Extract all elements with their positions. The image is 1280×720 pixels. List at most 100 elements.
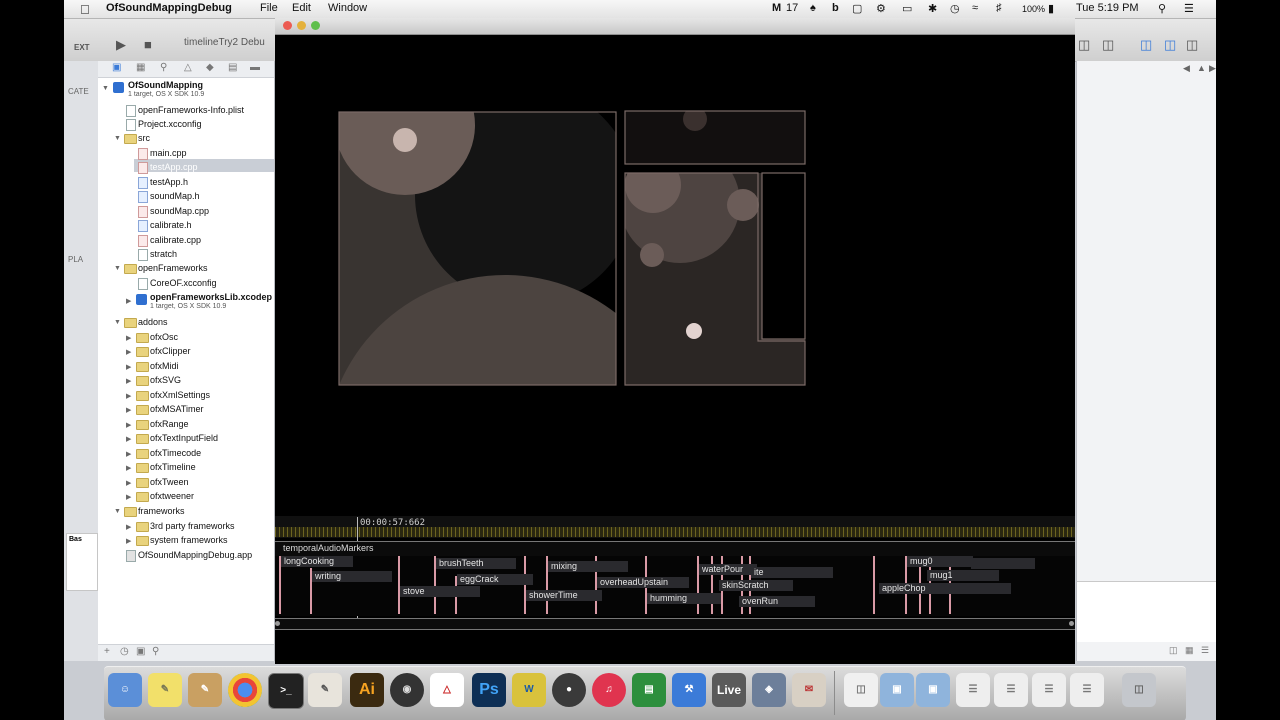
zoom-window-button[interactable] [311,21,320,30]
dock-preview-icon[interactable]: ✎ [188,673,222,707]
disclosure-icon[interactable]: ▶ [126,435,131,443]
marker-label[interactable]: ovenRun [739,596,815,607]
toggle-navigator-icon[interactable]: ◫ [1140,37,1152,53]
app-menu[interactable]: OfSoundMappingDebug [106,2,232,14]
nav-group-frameworks[interactable]: frameworks [138,504,185,518]
recent-filter-icon[interactable]: ◷ [120,646,129,657]
disclosure-icon[interactable]: ▼ [102,85,109,92]
dock-itunes-icon[interactable]: ♫ [592,673,626,707]
dock-chrome-icon[interactable] [228,673,262,707]
dock-web-icon[interactable]: W [512,673,546,707]
marker-line[interactable] [398,556,400,614]
nav-addon-ofxtimecode[interactable]: ofxTimecode [150,446,201,460]
zoom-handle-right[interactable] [1069,621,1074,626]
disclosure-icon[interactable]: ▶ [126,421,131,429]
disclosure-icon[interactable]: ▼ [114,319,121,326]
marker-label[interactable]: skinScratch [719,580,793,591]
close-window-button[interactable] [283,21,292,30]
nav-item-main-cpp[interactable]: main.cpp [150,146,187,160]
marker-line[interactable] [873,556,875,614]
version-editor-icon[interactable]: ◫ [1102,37,1114,53]
marker-label[interactable]: ite [751,567,833,578]
bluetooth-icon[interactable]: ✱ [928,2,937,15]
nav-item-3rd-party-frameworks[interactable]: 3rd party frameworks [150,519,235,533]
marker-label[interactable]: mug1 [927,570,999,581]
nav-addon-ofxclipper[interactable]: ofxClipper [150,344,191,358]
dock-document-icon[interactable]: ☰ [1032,673,1066,707]
nav-item-project-xcconfig[interactable]: Project.xcconfig [138,117,202,131]
run-button[interactable]: ▶ [116,37,126,53]
marker-label[interactable]: mixing [548,561,628,572]
volume-icon[interactable]: ♯ [996,2,1002,14]
dock-acrobat-icon[interactable]: △ [430,673,464,707]
nav-addon-ofxtween[interactable]: ofxTween [150,475,189,489]
debug-nav-icon[interactable]: ▤ [228,62,237,73]
battery-icon[interactable]: ▮ [1048,2,1054,15]
nav-item-system-frameworks[interactable]: system frameworks [150,533,228,547]
time-machine-icon[interactable]: ◷ [950,2,960,15]
disclosure-icon[interactable]: ▼ [114,265,121,272]
b-app-icon[interactable]: b [832,2,839,14]
nav-addon-ofxrange[interactable]: ofxRange [150,417,189,431]
assistant-editor-icon[interactable]: ◫ [1078,37,1090,53]
issue-nav-icon[interactable]: △ [184,62,192,73]
toggle-utilities-icon[interactable]: ◫ [1186,37,1198,53]
dock-mail-icon[interactable]: ✉ [792,673,826,707]
nav-item-product-app[interactable]: OfSoundMappingDebug.app [138,548,252,562]
test-nav-icon[interactable]: ◆ [206,62,214,73]
disclosure-icon[interactable]: ▶ [126,392,131,400]
log-nav-icon[interactable]: ▬ [250,62,260,73]
dock-folder-icon[interactable]: ▣ [916,673,950,707]
nav-item-testapp-cpp[interactable]: testApp.cpp [150,160,198,174]
marker-label[interactable]: mug0 [907,556,973,567]
nav-group-addons[interactable]: addons [138,315,168,329]
dock-document-icon[interactable]: ◫ [844,673,878,707]
timeline-zoom-scrollbar[interactable] [275,618,1075,630]
nav-item-testapp-h[interactable]: testApp.h [150,175,188,189]
disclosure-icon[interactable]: ▼ [114,508,121,515]
apple-menu-icon[interactable]:  [80,2,90,17]
disclosure-icon[interactable]: ▶ [126,363,131,371]
nav-addon-ofxtweener[interactable]: ofxtweener [150,489,194,503]
disclosure-icon[interactable]: ▶ [126,406,131,414]
dock-xcode-icon[interactable]: ⚒ [672,673,706,707]
nav-item-soundmap-h[interactable]: soundMap.h [150,189,200,203]
dock-folder-icon[interactable]: ▣ [880,673,914,707]
dock-final-cut-icon[interactable]: ◉ [390,673,424,707]
menu-file[interactable]: File [260,2,278,14]
disclosure-icon[interactable]: ▶ [126,464,131,472]
menu-window[interactable]: Window [328,2,367,14]
marker-label[interactable]: eggCrack [457,574,533,585]
timeline-marker-track[interactable]: longCooking writing stove brushTeeth egg… [275,556,1075,616]
toggle-debug-icon[interactable]: ◫ [1164,37,1176,53]
nav-item-info-plist[interactable]: openFrameworks-Info.plist [138,103,244,117]
nav-item-coreof-xcconfig[interactable]: CoreOF.xcconfig [150,276,217,290]
screen-icon[interactable]: ▢ [852,2,862,15]
disclosure-icon[interactable]: ▶ [126,493,131,501]
marker-label[interactable]: longCooking [281,556,353,567]
nav-group-openframeworks[interactable]: openFrameworks [138,261,208,275]
nav-addon-ofxtextinputfield[interactable]: ofxTextInputField [150,431,218,445]
search-icon[interactable]: ⚲ [1158,2,1166,15]
marker-label[interactable]: waterPour [699,564,757,575]
marker-label[interactable]: writing [312,571,392,582]
disclosure-icon[interactable]: ▶ [126,479,131,487]
dock-document-icon[interactable]: ☰ [956,673,990,707]
nav-item-stratch[interactable]: stratch [150,247,177,261]
disclosure-icon[interactable]: ▶ [126,377,131,385]
disclosure-icon[interactable]: ▶ [126,297,131,305]
marker-label-extra[interactable] [971,558,1035,569]
dock-textedit-icon[interactable]: ✎ [308,673,342,707]
surface-d-outline[interactable] [761,172,806,340]
stop-button[interactable]: ■ [144,37,152,52]
grid-view-icon[interactable]: ▦ [1185,645,1194,656]
disclosure-icon[interactable]: ▶ [126,450,131,458]
nav-item-calibrate-h[interactable]: calibrate.h [150,218,192,232]
nav-addon-ofxtimeline[interactable]: ofxTimeline [150,460,196,474]
disclosure-icon[interactable]: ▶ [126,348,131,356]
marker-label[interactable]: stove [400,586,480,597]
warning-icon[interactable]: ▲ [1197,63,1206,73]
dock-numbers-icon[interactable]: ▤ [632,673,666,707]
marker-label[interactable]: appleChop [879,583,1011,594]
marker-label[interactable]: brushTeeth [436,558,516,569]
